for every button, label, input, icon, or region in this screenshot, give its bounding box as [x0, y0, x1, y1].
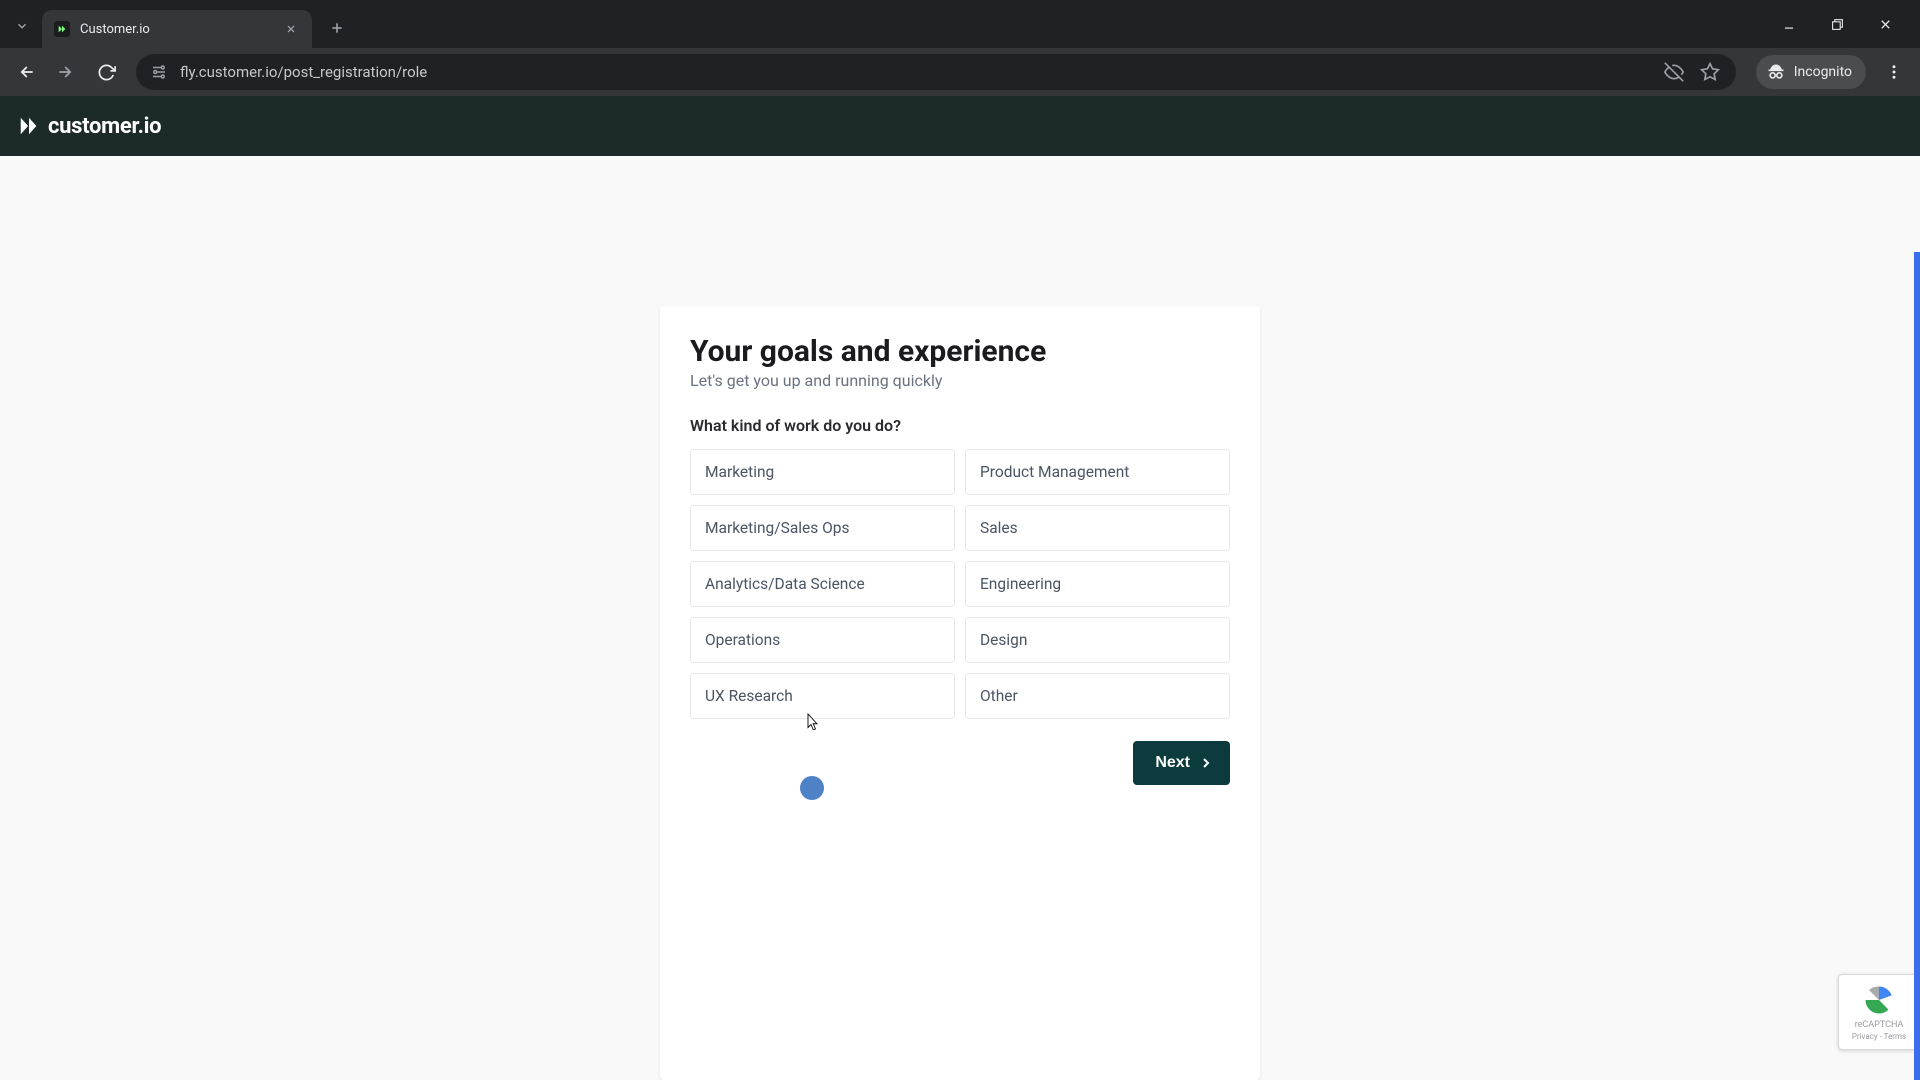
option-label: Analytics/Data Science	[705, 575, 865, 593]
tab-title: Customer.io	[80, 22, 282, 37]
scrollbar-indicator[interactable]	[1914, 252, 1920, 1080]
browser-menu-button[interactable]	[1878, 56, 1910, 88]
role-option-product-management[interactable]: Product Management	[965, 449, 1230, 495]
address-bar[interactable]: fly.customer.io/post_registration/role	[136, 54, 1736, 90]
option-label: UX Research	[705, 687, 793, 705]
recaptcha-links: Privacy - Terms	[1852, 1032, 1906, 1041]
new-tab-button[interactable]	[322, 13, 352, 43]
browser-toolbar: fly.customer.io/post_registration/role I…	[0, 48, 1920, 96]
url-text: fly.customer.io/post_registration/role	[180, 63, 1650, 81]
card-subheading: Let's get you up and running quickly	[690, 371, 1230, 390]
recaptcha-label: reCAPTCHA	[1855, 1021, 1904, 1031]
option-label: Marketing/Sales Ops	[705, 519, 849, 537]
option-label: Design	[980, 631, 1027, 649]
option-label: Engineering	[980, 575, 1061, 593]
page-body: Your goals and experience Let's get you …	[0, 156, 1920, 1080]
chevron-right-icon	[1198, 755, 1214, 771]
app-header: customer.io	[0, 96, 1920, 156]
role-option-marketing-sales-ops[interactable]: Marketing/Sales Ops	[690, 505, 955, 551]
option-label: Marketing	[705, 463, 774, 481]
maximize-button[interactable]	[1822, 9, 1852, 39]
card-heading: Your goals and experience	[690, 334, 1230, 369]
question-label: What kind of work do you do?	[690, 416, 1230, 435]
role-option-sales[interactable]: Sales	[965, 505, 1230, 551]
option-label: Other	[980, 687, 1018, 705]
role-options-grid: Marketing Product Management Marketing/S…	[690, 449, 1230, 719]
forward-button[interactable]	[50, 56, 82, 88]
tab-favicon	[54, 21, 70, 37]
window-controls	[1774, 9, 1912, 39]
recaptcha-badge[interactable]: reCAPTCHA Privacy - Terms	[1838, 974, 1920, 1050]
tab-search-dropdown[interactable]	[8, 12, 36, 40]
role-option-analytics-data-science[interactable]: Analytics/Data Science	[690, 561, 955, 607]
close-window-button[interactable]	[1870, 9, 1900, 39]
incognito-label: Incognito	[1794, 64, 1852, 80]
role-option-marketing[interactable]: Marketing	[690, 449, 955, 495]
role-option-engineering[interactable]: Engineering	[965, 561, 1230, 607]
role-option-other[interactable]: Other	[965, 673, 1230, 719]
card-actions: Next	[690, 741, 1230, 785]
onboarding-card: Your goals and experience Let's get you …	[660, 306, 1260, 1080]
incognito-icon	[1766, 62, 1786, 82]
recaptcha-icon	[1862, 983, 1896, 1017]
role-option-design[interactable]: Design	[965, 617, 1230, 663]
page-viewport: customer.io Your goals and experience Le…	[0, 96, 1920, 1080]
minimize-button[interactable]	[1774, 9, 1804, 39]
brand-logo[interactable]: customer.io	[18, 114, 161, 139]
incognito-indicator[interactable]: Incognito	[1756, 55, 1866, 89]
highlight-dot	[800, 776, 824, 800]
close-tab-icon[interactable]	[282, 20, 300, 38]
option-label: Operations	[705, 631, 780, 649]
brand-text: customer.io	[48, 114, 161, 139]
role-option-ux-research[interactable]: UX Research	[690, 673, 955, 719]
brand-mark-icon	[18, 115, 40, 137]
back-button[interactable]	[10, 56, 42, 88]
next-button-label: Next	[1155, 754, 1190, 772]
option-label: Sales	[980, 519, 1018, 537]
eye-off-icon[interactable]	[1662, 62, 1686, 82]
browser-tab-strip: Customer.io	[0, 0, 1920, 48]
role-option-operations[interactable]: Operations	[690, 617, 955, 663]
option-label: Product Management	[980, 463, 1129, 481]
next-button[interactable]: Next	[1133, 741, 1230, 785]
site-settings-icon[interactable]	[150, 63, 168, 81]
bookmark-star-icon[interactable]	[1698, 62, 1722, 82]
reload-button[interactable]	[90, 56, 122, 88]
browser-tab[interactable]: Customer.io	[42, 10, 312, 48]
